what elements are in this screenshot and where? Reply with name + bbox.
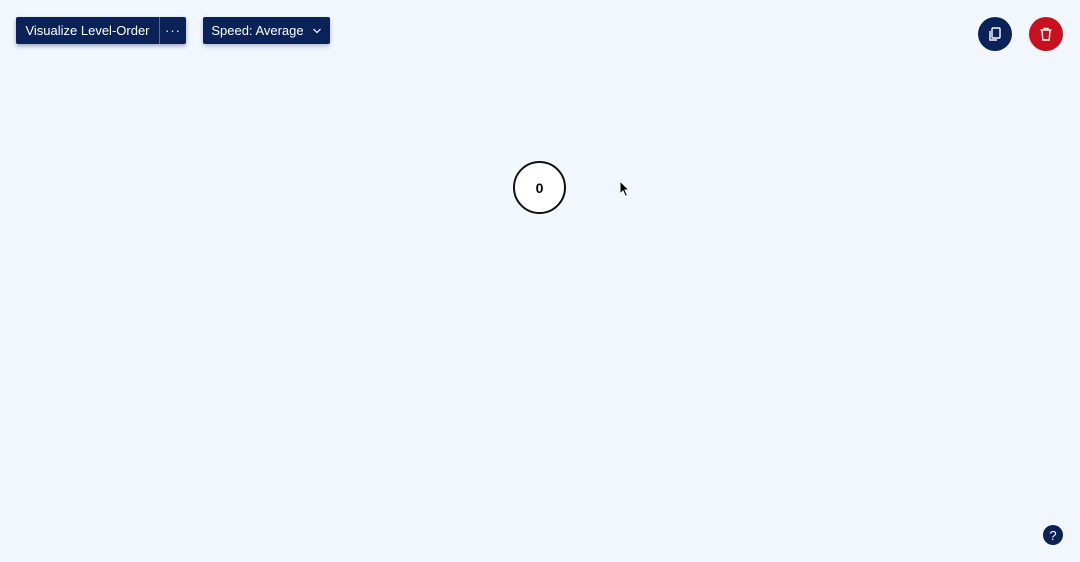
visualize-split-button: Visualize Level-Order ··· (16, 17, 186, 44)
more-options-button[interactable]: ··· (159, 17, 186, 44)
tree-node[interactable]: 0 (513, 161, 566, 214)
visualize-level-order-button[interactable]: Visualize Level-Order (16, 17, 159, 44)
tree-node-value: 0 (535, 179, 544, 196)
copy-icon (989, 27, 1001, 41)
delete-button[interactable] (1029, 17, 1063, 51)
help-button[interactable]: ? (1043, 525, 1063, 545)
trash-icon (1040, 27, 1052, 41)
mouse-cursor-icon (619, 180, 631, 198)
copy-button[interactable] (978, 17, 1012, 51)
speed-dropdown-button[interactable]: Speed: Average (203, 17, 330, 44)
speed-label: Speed: Average (211, 23, 304, 38)
chevron-down-icon (312, 28, 321, 33)
toolbar: Visualize Level-Order ··· Speed: Average (16, 17, 330, 44)
